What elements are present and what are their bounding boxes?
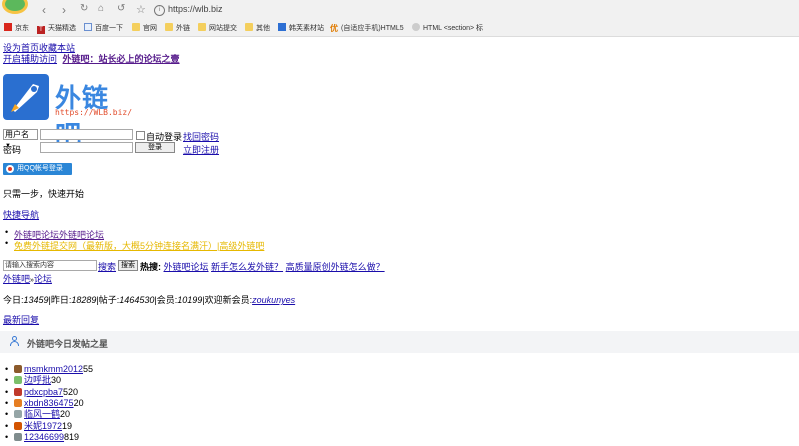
list-item: 免费外链提交网（最新版，大概5分钟连接名满汗）|高级外链吧	[5, 238, 264, 252]
bookmark-item[interactable]: T 天猫精选	[37, 23, 76, 34]
folder-icon	[198, 23, 206, 31]
favorite-star-icon[interactable]: ☆	[136, 3, 146, 16]
hot-search-link[interactable]: 高质量原创外链怎么做？	[286, 262, 385, 272]
quick-nav-link[interactable]: 快捷导航	[3, 208, 39, 221]
post-star-panel-header: 外链吧今日发帖之星	[0, 331, 799, 353]
list-item: 米妮197219	[5, 421, 72, 432]
list-item: 边呼批30	[5, 375, 61, 386]
folder-icon	[165, 23, 173, 31]
avatar	[14, 388, 22, 396]
avatar	[14, 376, 22, 384]
browser-chrome: ‹ › ↻ ⌂ ↺ ☆ i https://wlb.biz 京东 T 天猫精选 百…	[0, 0, 799, 37]
posts-count: 1464530	[119, 295, 155, 305]
hot-search-label: 热搜:	[140, 262, 161, 272]
hot-search-link[interactable]: 外链吧论坛	[164, 262, 209, 272]
qq-login-button[interactable]: 用QQ帐号登录	[3, 163, 72, 175]
one-step-text: 只需一步，快速开始	[3, 189, 85, 199]
undo-icon[interactable]: ↺	[117, 3, 125, 14]
refresh-icon[interactable]: ↻	[80, 3, 88, 14]
list-item: msmkmm201255	[5, 364, 93, 375]
avatar	[14, 422, 22, 430]
hot-search-row: 热搜: 外链吧论坛 新手怎么发外链？ 高质量原创外链怎么做？	[140, 260, 385, 273]
qq-icon	[6, 165, 14, 173]
bookmarks-bar: 京东 T 天猫精选 百度一下 官网 外链 网站提交 其他 韩芙素材站 优 (自适应手…	[0, 20, 799, 36]
yesterday-count: 18289	[71, 295, 97, 305]
search-link[interactable]: 搜索	[98, 260, 116, 273]
search-input[interactable]: 请输入搜索内容	[3, 260, 97, 271]
site-logo[interactable]: 外链吧 https://WLB.biz/	[3, 74, 132, 151]
folder-icon	[245, 23, 253, 31]
new-member-link[interactable]: zoukunyes	[252, 295, 295, 305]
login-button[interactable]: 登录	[135, 142, 175, 153]
forward-icon[interactable]: ›	[62, 3, 66, 17]
breadcrumb-home[interactable]: 外链吧	[3, 274, 30, 284]
breadcrumb-forum[interactable]: 论坛	[34, 274, 52, 284]
user-link[interactable]: xbdn836475	[24, 398, 74, 408]
forum-stats: 今日:13459|昨日:18289|帖子:1464530|会员:10199|欢迎…	[3, 295, 296, 305]
register-link[interactable]: 立即注册	[183, 143, 219, 156]
bookmark-item[interactable]: 韩芙素材站	[278, 23, 324, 33]
address-bar[interactable]: https://wlb.biz	[168, 4, 223, 14]
user-link[interactable]: 12346699	[24, 432, 64, 442]
assist-access-link[interactable]: 开启辅助访问	[3, 54, 57, 64]
tmall-icon: T	[37, 26, 45, 34]
user-icon	[10, 336, 19, 346]
bookmark-item[interactable]: 网站提交	[198, 23, 237, 33]
password-input[interactable]	[40, 142, 133, 153]
browser-logo-icon	[2, 0, 28, 14]
back-icon[interactable]: ‹	[42, 3, 46, 17]
list-item: 临风一鹤20	[5, 409, 70, 420]
user-link[interactable]: msmkmm2012	[24, 364, 83, 374]
avatar	[14, 399, 22, 407]
avatar	[14, 365, 22, 373]
avatar	[14, 433, 22, 441]
bookmark-item[interactable]: 百度一下	[84, 23, 123, 33]
rocket-icon	[3, 74, 49, 120]
breadcrumb: 外链吧»论坛	[3, 272, 52, 285]
list-item: pdxcpba7520	[5, 387, 78, 398]
today-count: 13459	[23, 295, 49, 305]
top-link-row: 开启辅助访问 外链吧：站长必上的论坛之壹	[3, 52, 180, 65]
auto-login-checkbox[interactable]	[136, 131, 145, 140]
user-link[interactable]: 边呼批	[24, 375, 51, 385]
info-icon: i	[154, 5, 165, 16]
folder-icon	[132, 23, 140, 31]
you-icon: 优	[330, 24, 338, 33]
search-button[interactable]: 搜索	[118, 260, 138, 271]
latest-reply-link[interactable]: 最新回复	[3, 313, 39, 326]
list-item: 12346699819	[5, 432, 79, 443]
panel-title: 外链吧今日发帖之星	[27, 339, 109, 349]
nav-link[interactable]: 免费外链提交网（最新版，大概5分钟连接名满汗）|高级外链吧	[14, 241, 264, 251]
user-link[interactable]: 临风一鹤	[24, 409, 60, 419]
bookmark-item[interactable]: 京东	[4, 23, 29, 33]
list-item: xbdn83647520	[5, 398, 84, 409]
bookmark-item[interactable]: 其他	[245, 23, 270, 33]
username-input[interactable]	[40, 129, 133, 140]
bookmark-item[interactable]: HTML <section> 标	[412, 23, 483, 33]
user-link[interactable]: 米妮1972	[24, 421, 62, 431]
bookmark-item[interactable]: 优 (自适应手机)HTML5	[330, 23, 404, 33]
hot-search-link[interactable]: 新手怎么发外链？	[211, 262, 283, 272]
bookmark-item[interactable]: 官网	[132, 23, 157, 33]
globe-icon	[412, 23, 420, 31]
home-icon[interactable]: ⌂	[98, 3, 104, 14]
username-type-select[interactable]: 用户名 ▼	[3, 129, 38, 149]
members-count: 10199	[177, 295, 203, 305]
avatar	[14, 410, 22, 418]
logo-url: https://WLB.biz/	[55, 108, 133, 117]
jd-icon	[4, 23, 12, 31]
user-link[interactable]: pdxcpba7	[24, 387, 63, 397]
forgot-password-link[interactable]: 找回密码	[183, 130, 219, 143]
bookmark-item[interactable]: 外链	[165, 23, 190, 33]
hanfu-icon	[278, 23, 286, 31]
page-icon	[84, 23, 92, 31]
slogan-link[interactable]: 外链吧：站长必上的论坛之壹	[63, 54, 180, 64]
password-label: 密码	[3, 145, 22, 155]
